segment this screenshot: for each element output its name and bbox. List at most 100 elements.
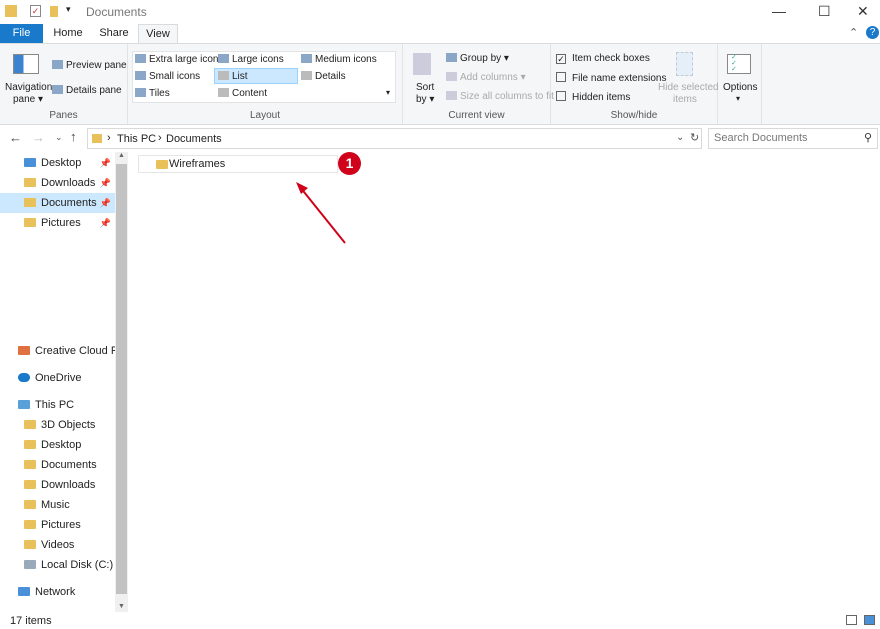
- layout-small-icons[interactable]: Small icons: [135, 71, 200, 82]
- breadcrumb-this-pc[interactable]: This PC: [117, 133, 156, 145]
- annotation-arrow-icon: [296, 182, 346, 244]
- large-icons-view-icon[interactable]: [864, 615, 875, 625]
- nav-item-this-pc[interactable]: This PC: [0, 395, 115, 415]
- checkbox-checked-icon: ✓: [556, 54, 566, 64]
- address-dropdown-icon[interactable]: ⌄: [676, 132, 684, 143]
- details-view-icon[interactable]: [846, 615, 857, 625]
- nav-label: Downloads: [41, 177, 96, 189]
- customize-qat-icon[interactable]: ▾: [66, 4, 71, 15]
- nav-item-desktop-pc[interactable]: Desktop: [0, 435, 115, 455]
- layout-label: List: [232, 71, 248, 82]
- layout-label: Content: [232, 88, 268, 99]
- collapse-ribbon-icon[interactable]: ⌃: [849, 26, 858, 39]
- add-columns-button[interactable]: Add columns ▾: [446, 72, 526, 83]
- details-pane-label: Details pane: [66, 85, 122, 96]
- item-check-boxes-checkbox[interactable]: ✓ Item check boxes: [556, 53, 650, 64]
- explorer-icon: [5, 5, 17, 17]
- nav-item-music[interactable]: Music: [0, 495, 115, 515]
- layout-content[interactable]: Content: [218, 88, 267, 99]
- preview-pane-label: Preview pane: [66, 60, 127, 71]
- checkbox-icon: [556, 91, 566, 101]
- layout-details[interactable]: Details: [301, 71, 346, 82]
- refresh-icon[interactable]: ↻: [690, 131, 699, 144]
- nav-item-local-disk[interactable]: Local Disk (C:): [0, 555, 115, 575]
- tab-file[interactable]: File: [0, 24, 43, 43]
- recent-locations-icon[interactable]: ⌄: [55, 132, 63, 143]
- nav-item-documents-pc[interactable]: Documents: [0, 455, 115, 475]
- nav-item-pictures-pc[interactable]: Pictures: [0, 515, 115, 535]
- nav-item-onedrive[interactable]: OneDrive: [0, 368, 115, 388]
- nav-item-documents[interactable]: Documents 📌: [0, 193, 115, 213]
- ribbon: Navigation pane ▾ Preview pane Details p…: [0, 43, 880, 125]
- size-columns-icon: [446, 91, 457, 100]
- back-icon[interactable]: ←: [9, 130, 22, 145]
- scroll-up-icon[interactable]: ▲: [118, 152, 125, 159]
- item-count: 17 items: [10, 615, 52, 627]
- scroll-down-icon[interactable]: ▼: [118, 603, 125, 610]
- tab-share[interactable]: Share: [94, 24, 134, 43]
- new-folder-icon[interactable]: [50, 6, 58, 17]
- layout-large-icons[interactable]: Large icons: [218, 54, 284, 65]
- nav-scrollbar[interactable]: ▲ ▼: [115, 152, 128, 612]
- small-icons-icon: [135, 71, 146, 80]
- close-button[interactable]: ✕: [857, 3, 869, 20]
- address-row: ← → ⌄ ↑ › This PC › Documents ⌄ ↻ Search…: [0, 128, 880, 150]
- forward-icon[interactable]: →: [32, 130, 45, 145]
- file-name-extensions-checkbox[interactable]: File name extensions: [556, 72, 667, 84]
- large-icons-icon: [218, 54, 229, 63]
- nav-label: Music: [41, 499, 70, 511]
- nav-item-3d-objects[interactable]: 3D Objects: [0, 415, 115, 435]
- breadcrumb-documents[interactable]: Documents: [166, 133, 222, 145]
- hidden-items-checkbox[interactable]: Hidden items: [556, 91, 630, 103]
- current-view-group: Sort by ▾ Group by ▾ Add columns ▾ Size …: [403, 44, 554, 124]
- sort-by-label2: by ▾: [416, 94, 435, 105]
- minimize-button[interactable]: —: [772, 3, 786, 19]
- layout-medium-icons[interactable]: Medium icons: [301, 54, 377, 65]
- search-icon: ⚲: [863, 132, 872, 144]
- folder-icon: [156, 160, 168, 169]
- nav-item-videos[interactable]: Videos: [0, 535, 115, 555]
- properties-icon[interactable]: ✓: [30, 5, 41, 17]
- search-input[interactable]: Search Documents ⚲: [708, 128, 878, 149]
- layout-tiles[interactable]: Tiles: [135, 88, 170, 99]
- nav-item-desktop[interactable]: Desktop 📌: [0, 153, 115, 173]
- options-icon: ✓ ✓ ✓: [727, 54, 751, 74]
- size-columns-button[interactable]: Size all columns to fit: [446, 91, 554, 102]
- navigation-pane-label: Navigation: [5, 82, 53, 93]
- item-check-boxes-label: Item check boxes: [572, 53, 650, 64]
- options-button[interactable]: ✓ ✓ ✓ Options ▾: [718, 44, 762, 124]
- layout-label: Tiles: [149, 88, 170, 99]
- nav-label: Documents: [41, 197, 97, 209]
- file-item-wireframes[interactable]: Wireframes: [138, 155, 338, 173]
- current-view-label: Current view: [448, 110, 505, 121]
- maximize-button[interactable]: ☐: [818, 3, 831, 20]
- group-by-button[interactable]: Group by ▾: [446, 53, 509, 64]
- nav-label: Documents: [41, 459, 97, 471]
- scrollbar-thumb[interactable]: [116, 164, 127, 594]
- layout-more-icon[interactable]: ▾: [386, 88, 390, 97]
- help-icon[interactable]: ?: [866, 26, 879, 39]
- nav-label: 3D Objects: [41, 419, 96, 431]
- details-pane-button[interactable]: Details pane: [52, 85, 122, 96]
- nav-label: Creative Cloud Files: [35, 345, 115, 357]
- address-bar[interactable]: › This PC › Documents ⌄ ↻: [87, 128, 702, 149]
- layout-list[interactable]: List: [218, 71, 248, 82]
- nav-label: Pictures: [41, 519, 81, 531]
- tab-home[interactable]: Home: [48, 24, 88, 43]
- layout-group: Extra large icons Large icons Medium ico…: [128, 44, 403, 124]
- nav-item-downloads[interactable]: Downloads 📌: [0, 173, 115, 193]
- checkbox-icon: [556, 72, 566, 82]
- preview-pane-button[interactable]: Preview pane: [52, 60, 127, 71]
- status-bar: 17 items: [0, 612, 880, 629]
- nav-item-network[interactable]: Network: [0, 582, 115, 602]
- sort-icon: [413, 53, 431, 75]
- up-icon[interactable]: ↑: [70, 129, 77, 144]
- layout-extra-large-icons[interactable]: Extra large icons: [135, 54, 223, 65]
- nav-item-downloads-pc[interactable]: Downloads: [0, 475, 115, 495]
- nav-item-creative-cloud[interactable]: Creative Cloud Files: [0, 341, 115, 361]
- file-name-extensions-label: File name extensions: [572, 73, 667, 84]
- nav-item-pictures[interactable]: Pictures 📌: [0, 213, 115, 233]
- pin-icon: 📌: [99, 178, 111, 188]
- list-icon: [218, 71, 229, 80]
- tab-view[interactable]: View: [138, 24, 178, 44]
